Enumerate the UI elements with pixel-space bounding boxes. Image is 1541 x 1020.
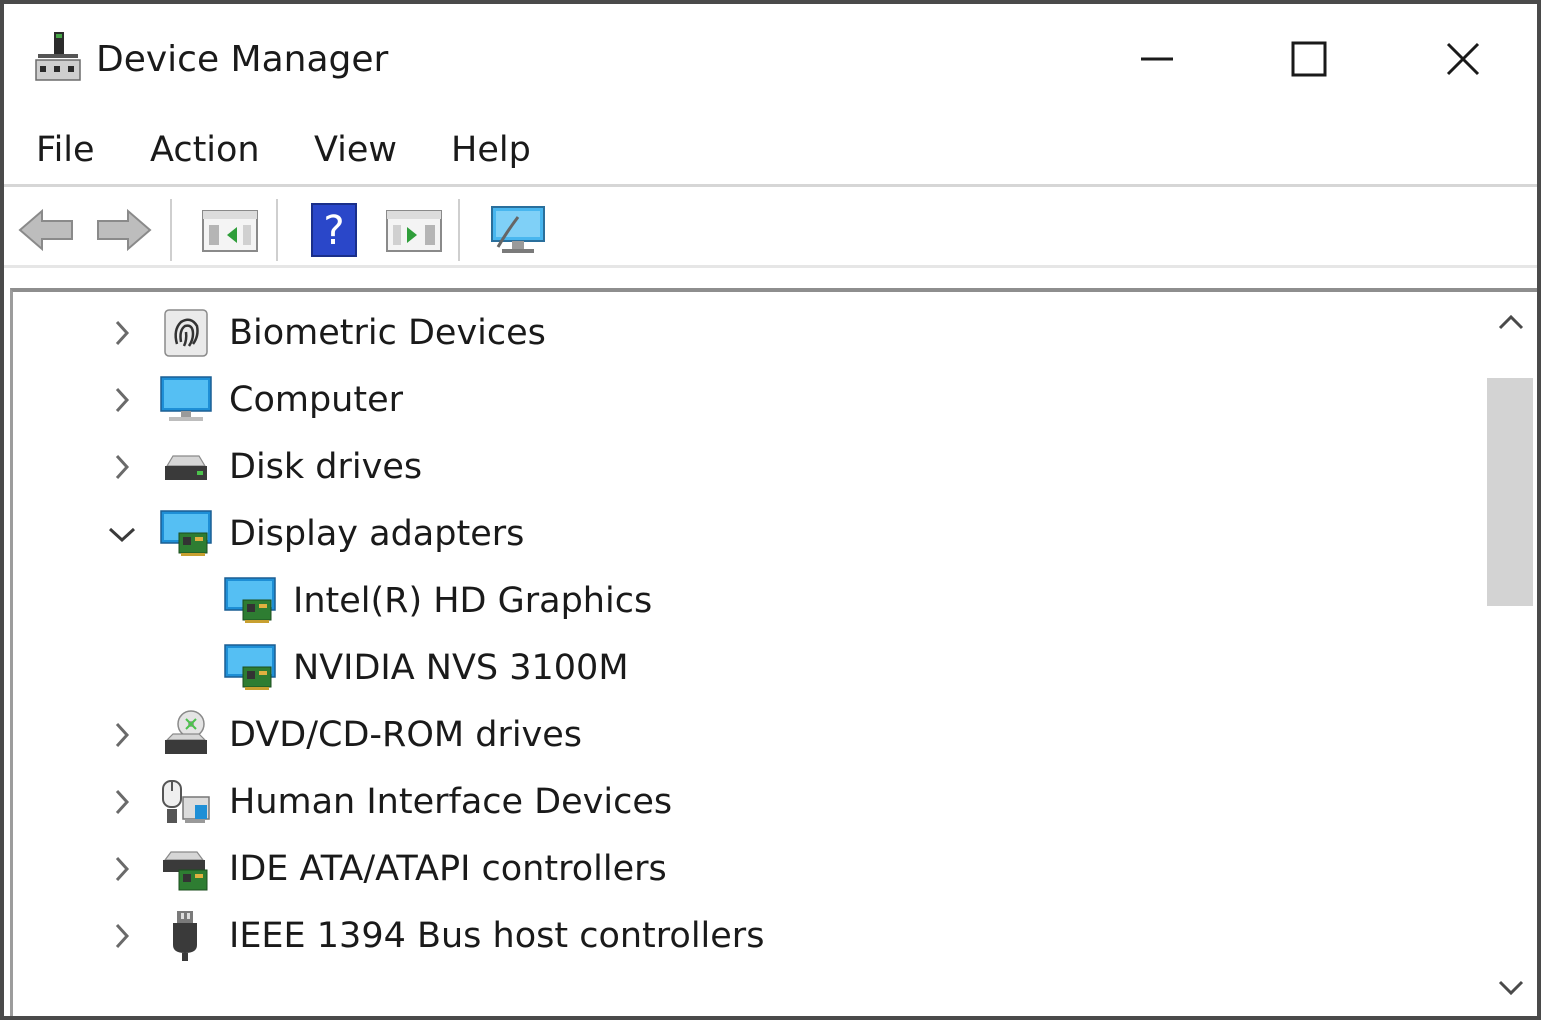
expand-chevron-icon[interactable] bbox=[105, 919, 139, 953]
tree-node-computer[interactable]: Computer bbox=[13, 367, 1473, 433]
scan-hardware-monitor-icon bbox=[491, 206, 545, 253]
forward-button[interactable] bbox=[92, 199, 156, 261]
scan-hardware-button[interactable] bbox=[486, 199, 550, 261]
forward-arrow-icon bbox=[97, 208, 152, 252]
device-manager-window: Device Manager File Action View Help ? B… bbox=[0, 0, 1541, 1020]
show-action-pane-button[interactable] bbox=[382, 199, 446, 261]
tree-node-nvidia-nvs-3100m[interactable]: NVIDIA NVS 3100M bbox=[13, 635, 1473, 701]
disk-drive-icon bbox=[165, 455, 207, 480]
tree-node-label: DVD/CD-ROM drives bbox=[229, 715, 583, 755]
show-action-pane-icon bbox=[386, 210, 442, 252]
tree-node-label: NVIDIA NVS 3100M bbox=[293, 648, 629, 688]
help-icon: ? bbox=[311, 203, 357, 257]
expand-chevron-icon[interactable] bbox=[105, 450, 139, 484]
chevron-down-icon bbox=[1498, 980, 1524, 996]
device-manager-app-icon bbox=[35, 32, 81, 81]
toolbar-separator bbox=[170, 199, 172, 261]
close-icon bbox=[1446, 42, 1480, 76]
tree-node-ieee-1394-bus-host-controllers[interactable]: IEEE 1394 Bus host controllers bbox=[13, 903, 1473, 969]
tree-node-dvd-cd-rom-drives[interactable]: DVD/CD-ROM drives bbox=[13, 702, 1473, 768]
expand-chevron-icon[interactable] bbox=[105, 383, 139, 417]
window-title: Device Manager bbox=[96, 39, 389, 80]
fingerprint-icon bbox=[164, 309, 208, 357]
scroll-down-button[interactable] bbox=[1491, 968, 1531, 1008]
tree-node-label: Computer bbox=[229, 380, 403, 420]
tree-node-human-interface-devices[interactable]: Human Interface Devices bbox=[13, 769, 1473, 835]
maximize-button[interactable] bbox=[1264, 24, 1354, 94]
toolbar-separator bbox=[276, 199, 278, 261]
tree-node-label: Intel(R) HD Graphics bbox=[293, 581, 653, 621]
scroll-thumb[interactable] bbox=[1487, 378, 1533, 606]
back-button[interactable] bbox=[14, 199, 78, 261]
expand-chevron-icon[interactable] bbox=[105, 852, 139, 886]
menu-view[interactable]: View bbox=[314, 128, 397, 172]
menu-action[interactable]: Action bbox=[150, 128, 260, 172]
maximize-icon bbox=[1291, 41, 1327, 77]
tree-node-label: Human Interface Devices bbox=[229, 782, 673, 822]
tree-node-display-adapters[interactable]: Display adapters bbox=[13, 501, 1473, 567]
back-arrow-icon bbox=[18, 208, 73, 252]
computer-monitor-icon bbox=[160, 376, 212, 421]
menu-help[interactable]: Help bbox=[451, 128, 531, 172]
title-bar: Device Manager bbox=[4, 4, 1537, 112]
ide-controller-icon bbox=[163, 851, 208, 891]
vertical-scrollbar[interactable] bbox=[1483, 292, 1537, 1016]
tree-node-label: Disk drives bbox=[229, 447, 423, 487]
tree-node-label: Display adapters bbox=[229, 514, 525, 554]
tree-node-disk-drives[interactable]: Disk drives bbox=[13, 434, 1473, 500]
dvd-drive-icon bbox=[165, 710, 207, 754]
display-adapter-icon bbox=[160, 510, 212, 556]
tree-node-intel-hd-graphics[interactable]: Intel(R) HD Graphics bbox=[13, 568, 1473, 634]
tree-node-ide-ata-atapi-controllers[interactable]: IDE ATA/ATAPI controllers bbox=[13, 836, 1473, 902]
scroll-up-button[interactable] bbox=[1491, 302, 1531, 342]
minimize-button[interactable] bbox=[1112, 24, 1202, 94]
tree-node-label: IDE ATA/ATAPI controllers bbox=[229, 849, 667, 889]
toolbar: ? bbox=[4, 187, 1537, 268]
close-button[interactable] bbox=[1418, 24, 1508, 94]
minimize-icon bbox=[1141, 57, 1173, 61]
expand-chevron-icon[interactable] bbox=[105, 718, 139, 752]
menu-bar: File Action View Help bbox=[4, 112, 1537, 187]
hid-icon bbox=[162, 780, 210, 823]
ieee1394-icon bbox=[173, 911, 197, 961]
toolbar-separator bbox=[458, 199, 460, 261]
menu-file[interactable]: File bbox=[36, 128, 95, 172]
collapse-chevron-icon[interactable] bbox=[105, 517, 139, 551]
svg-text:?: ? bbox=[323, 208, 344, 254]
device-tree: Biometric Devices Computer Disk drives D… bbox=[10, 288, 1537, 1016]
tree-node-label: Biometric Devices bbox=[229, 313, 546, 353]
expand-chevron-icon[interactable] bbox=[105, 785, 139, 819]
show-hide-console-tree-icon bbox=[202, 210, 258, 252]
expand-chevron-icon[interactable] bbox=[105, 316, 139, 350]
tree-node-label: IEEE 1394 Bus host controllers bbox=[229, 916, 765, 956]
tree-node-biometric-devices[interactable]: Biometric Devices bbox=[13, 300, 1473, 366]
display-adapter-icon bbox=[224, 644, 276, 690]
help-button[interactable]: ? bbox=[302, 199, 366, 261]
chevron-up-icon bbox=[1498, 314, 1524, 330]
display-adapter-icon bbox=[224, 577, 276, 623]
show-hide-console-tree-button[interactable] bbox=[198, 199, 262, 261]
